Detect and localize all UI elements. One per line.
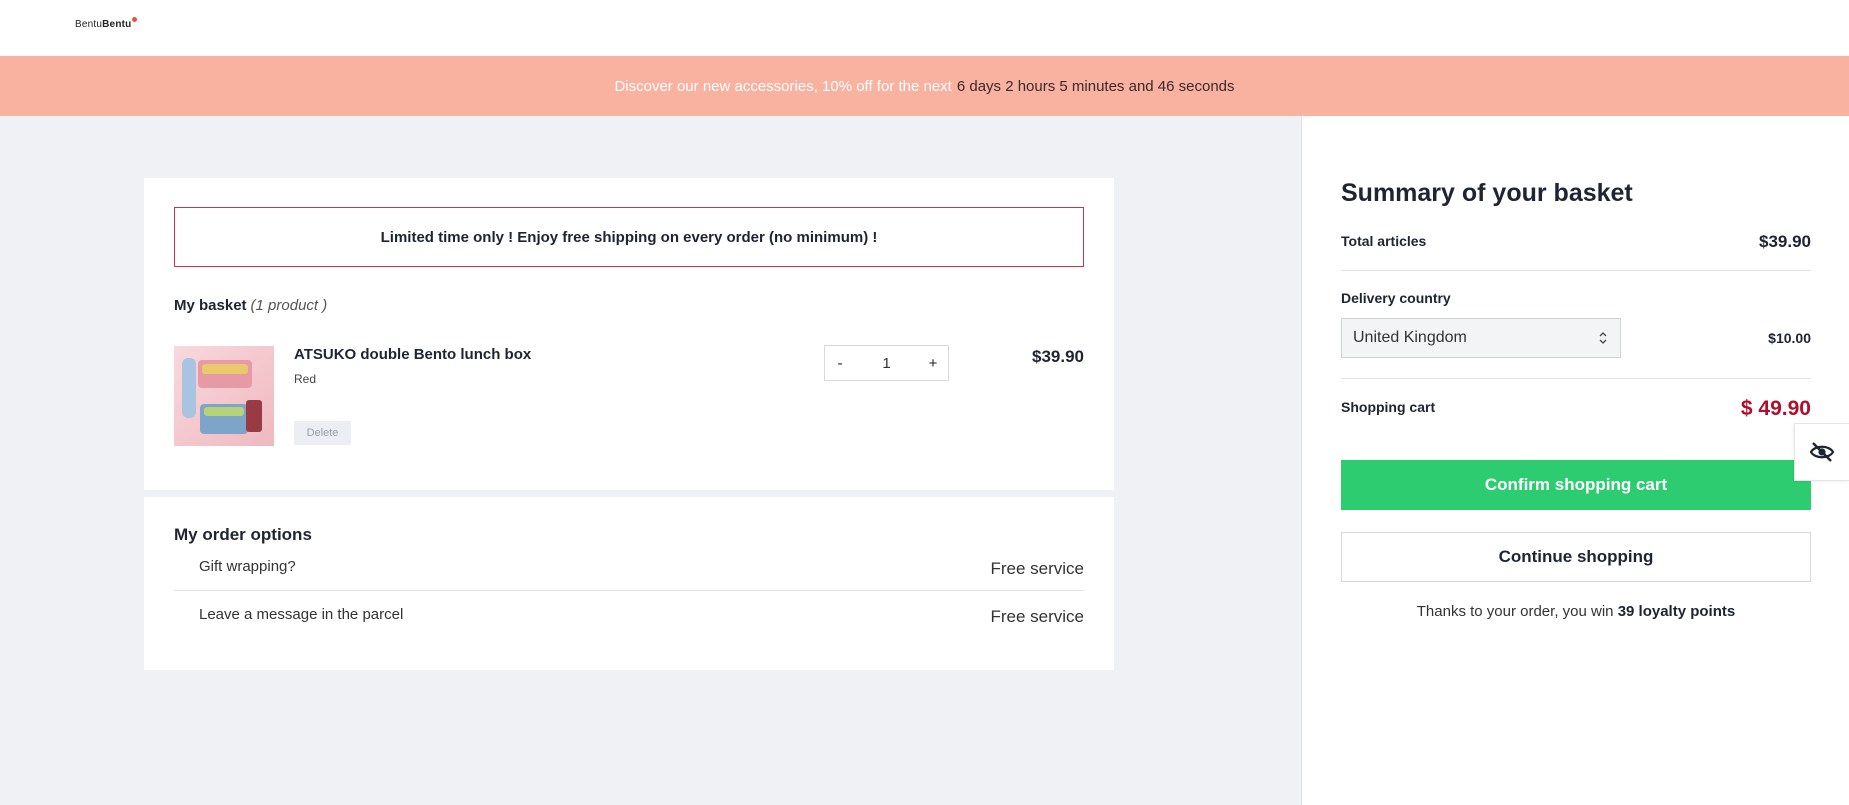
order-options-title: My order options [174,525,312,544]
quantity-value[interactable]: 1 [855,355,918,372]
quantity-stepper: - 1 + [824,345,949,381]
logo-text-bold: Bentu [102,19,132,30]
delete-item-button[interactable]: Delete [294,421,351,445]
option-row-gift-wrapping[interactable]: Gift wrapping? Free service [174,545,1084,591]
loyalty-points-message: Thanks to your order, you win 39 loyalty… [1341,603,1811,620]
quantity-increase-button[interactable]: + [918,346,948,380]
chevron-up-down-icon [1599,332,1607,344]
basket-item-count: (1 product ) [250,297,328,314]
free-shipping-notice: Limited time only ! Enjoy free shipping … [174,207,1084,267]
promo-countdown: 6 days 2 hours 5 minutes and 46 seconds [956,77,1235,95]
shopping-cart-total-row: Shopping cart $ 49.90 [1341,397,1811,429]
option-label: Gift wrapping? [199,558,296,575]
promo-banner: Discover our new accessories, 10% off fo… [0,56,1849,116]
summary-title: Summary of your basket [1341,179,1633,207]
total-articles-label: Total articles [1341,233,1427,249]
option-value: Free service [990,559,1084,578]
delivery-country-value: United Kingdom [1353,329,1467,346]
product-price: $39.90 [1032,347,1084,366]
top-bar: Bentu Bentu [0,0,1849,56]
eye-slash-icon [1809,442,1835,462]
site-logo[interactable]: Bentu Bentu [75,17,138,30]
shopping-cart-label: Shopping cart [1341,399,1436,415]
total-articles-row: Total articles $39.90 [1341,232,1811,271]
basket-card: Limited time only ! Enjoy free shipping … [144,178,1114,490]
delivery-price: $10.00 [1768,330,1811,346]
logo-text-light: Bentu [75,19,103,30]
summary-divider [1341,378,1811,379]
option-value: Free service [990,607,1084,626]
option-label: Leave a message in the parcel [199,606,404,623]
total-articles-value: $39.90 [1759,232,1811,251]
product-name-link[interactable]: ATSUKO double Bento lunch box [294,346,531,363]
loyalty-points: 39 loyalty points [1617,603,1736,620]
quantity-decrease-button[interactable]: - [825,346,855,380]
basket-heading-label: My basket [174,297,247,314]
product-image[interactable] [174,346,274,446]
delivery-country-select[interactable]: United Kingdom [1341,318,1621,358]
logo-dot-icon [132,17,138,22]
confirm-cart-button[interactable]: Confirm shopping cart [1341,460,1811,510]
accessibility-toggle[interactable] [1794,423,1849,481]
product-variant: Red [294,372,317,386]
option-row-message[interactable]: Leave a message in the parcel Free servi… [174,593,1084,639]
loyalty-text: Thanks to your order, you win [1416,603,1614,620]
continue-shopping-button[interactable]: Continue shopping [1341,532,1811,582]
shopping-cart-total: $ 49.90 [1740,397,1811,420]
promo-lead-text: Discover our new accessories, 10% off fo… [614,77,952,95]
basket-heading: My basket (1 product ) [174,297,327,314]
order-options-card: My order options Gift wrapping? Free ser… [144,497,1114,670]
delivery-country-label: Delivery country [1341,290,1451,306]
